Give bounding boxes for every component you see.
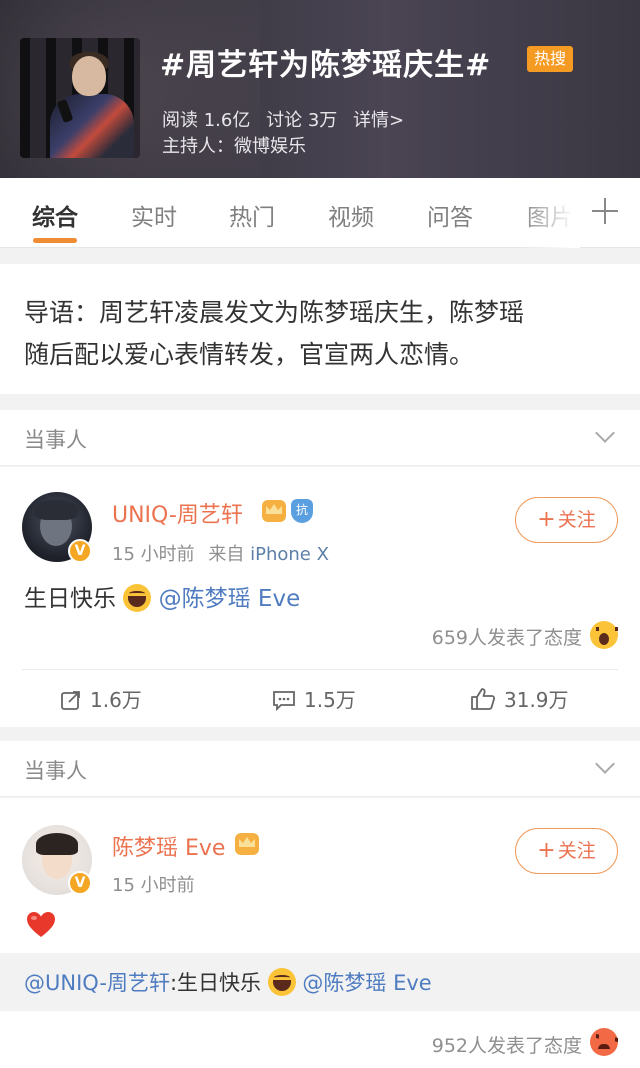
- chevron-down-icon[interactable]: [595, 754, 615, 774]
- post-time: 15 小时前: [112, 544, 195, 565]
- avatar-hair: [36, 833, 78, 855]
- post-meta: 15 小时前: [112, 871, 195, 897]
- intro-line-1: 导语：周艺轩凌晨发文为陈梦瑶庆生，陈梦瑶: [24, 298, 525, 327]
- post-meta: 15 小时前 来自 iPhone X: [112, 540, 329, 566]
- post-card: V 陈梦瑶 Eve 15 小时前 + 关注: [0, 798, 640, 1068]
- topic-header: #周艺轩为陈梦瑶庆生# 热搜 阅读 1.6亿 讨论 3万 详情> 主持人：微博娱…: [0, 0, 640, 178]
- reaction-summary[interactable]: 659人发表了态度: [0, 623, 640, 650]
- topic-cover-image[interactable]: [20, 38, 140, 158]
- quoted-repost-text: @UNIQ-周艺轩:生日快乐 @陈梦瑶 Eve: [24, 967, 432, 997]
- repost-icon: [61, 691, 80, 710]
- laugh-emoji-icon: [123, 584, 152, 612]
- tab-qa[interactable]: 问答: [427, 198, 473, 232]
- follow-button[interactable]: + 关注: [515, 828, 618, 874]
- follow-label: 关注: [557, 840, 596, 862]
- quoted-author-link[interactable]: @UNIQ-周艺轩: [24, 971, 170, 995]
- username[interactable]: 陈梦瑶 Eve: [112, 830, 225, 862]
- reaction-summary[interactable]: 952人发表了态度: [0, 1031, 640, 1068]
- post-source[interactable]: iPhone X: [250, 544, 329, 565]
- comment-button[interactable]: 1.5万: [272, 684, 356, 713]
- post-card: V UNIQ-周艺轩 抗 15 小时前 来自 iPhone X + 关注 生日快乐…: [0, 467, 640, 727]
- action-bar: 1.6万 1.5万 31.9万: [22, 669, 618, 725]
- section-header-principal[interactable]: 当事人: [0, 741, 640, 797]
- repost-button[interactable]: 1.6万: [60, 684, 142, 713]
- plus-icon: +: [537, 507, 556, 532]
- intro-line-2: 随后配以爱心表情转发，官宣两人恋情。: [24, 340, 475, 369]
- quoted-text: :生日快乐: [169, 971, 262, 995]
- chevron-down-icon[interactable]: [595, 423, 615, 443]
- avatar-hair: [34, 500, 78, 520]
- shield-icon: 抗: [291, 499, 313, 523]
- topic-stats: 阅读 1.6亿 讨论 3万 详情>: [162, 106, 414, 132]
- section-label: 当事人: [24, 428, 87, 452]
- tab-comprehensive[interactable]: 综合: [32, 198, 78, 232]
- section-header-principal[interactable]: 当事人: [0, 410, 640, 466]
- quoted-mention-link[interactable]: @陈梦瑶 Eve: [302, 971, 431, 995]
- post-content: 生日快乐 @陈梦瑶 Eve: [24, 579, 300, 613]
- verified-badge-icon: V: [68, 871, 92, 895]
- topic-intro: 导语：周艺轩凌晨发文为陈梦瑶庆生，陈梦瑶 随后配以爱心表情转发，官宣两人恋情。: [0, 264, 640, 394]
- details-link[interactable]: 详情>: [353, 110, 404, 131]
- like-count: 31.9万: [504, 688, 569, 712]
- source-prefix: 来自: [208, 544, 245, 565]
- section-label: 当事人: [24, 759, 87, 783]
- tab-fade-overlay: [520, 178, 580, 248]
- laugh-emoji-icon: [267, 968, 296, 996]
- follow-label: 关注: [557, 509, 596, 531]
- discussion-count: 讨论 3万: [266, 110, 338, 131]
- comment-icon: [273, 691, 295, 712]
- verified-badge-icon: V: [68, 539, 92, 563]
- heart-icon: [27, 912, 55, 937]
- read-count: 阅读 1.6亿: [162, 110, 251, 131]
- hot-search-badge: 热搜: [527, 46, 574, 72]
- cover-figure-head: [72, 56, 106, 96]
- plus-icon: +: [537, 838, 556, 863]
- topic-title: #周艺轩为陈梦瑶庆生#: [160, 48, 492, 83]
- mention-link[interactable]: @陈梦瑶 Eve: [159, 586, 301, 612]
- tab-realtime[interactable]: 实时: [131, 198, 177, 232]
- comment-count: 1.5万: [304, 688, 356, 712]
- repost-count: 1.6万: [90, 688, 142, 712]
- crown-icon: [262, 500, 286, 522]
- tab-video[interactable]: 视频: [328, 198, 374, 232]
- add-tab-icon[interactable]: [592, 198, 618, 224]
- quoted-repost[interactable]: @UNIQ-周艺轩:生日快乐 @陈梦瑶 Eve: [0, 953, 640, 1011]
- like-button[interactable]: 31.9万: [470, 684, 569, 713]
- thumbs-up-icon: [471, 688, 496, 710]
- crown-icon: [235, 833, 259, 855]
- tab-hot[interactable]: 热门: [229, 198, 275, 232]
- surprised-emoji-icon: [590, 621, 618, 649]
- username[interactable]: UNIQ-周艺轩: [112, 497, 243, 529]
- topic-host: 主持人：微博娱乐: [162, 136, 306, 157]
- follow-button[interactable]: + 关注: [515, 497, 618, 543]
- angry-emoji-icon: [590, 1028, 618, 1056]
- tab-bar: 综合 实时 热门 视频 问答 图片: [0, 178, 640, 248]
- post-time: 15 小时前: [112, 875, 195, 896]
- post-text: 生日快乐: [24, 586, 116, 612]
- active-tab-indicator: [33, 238, 77, 243]
